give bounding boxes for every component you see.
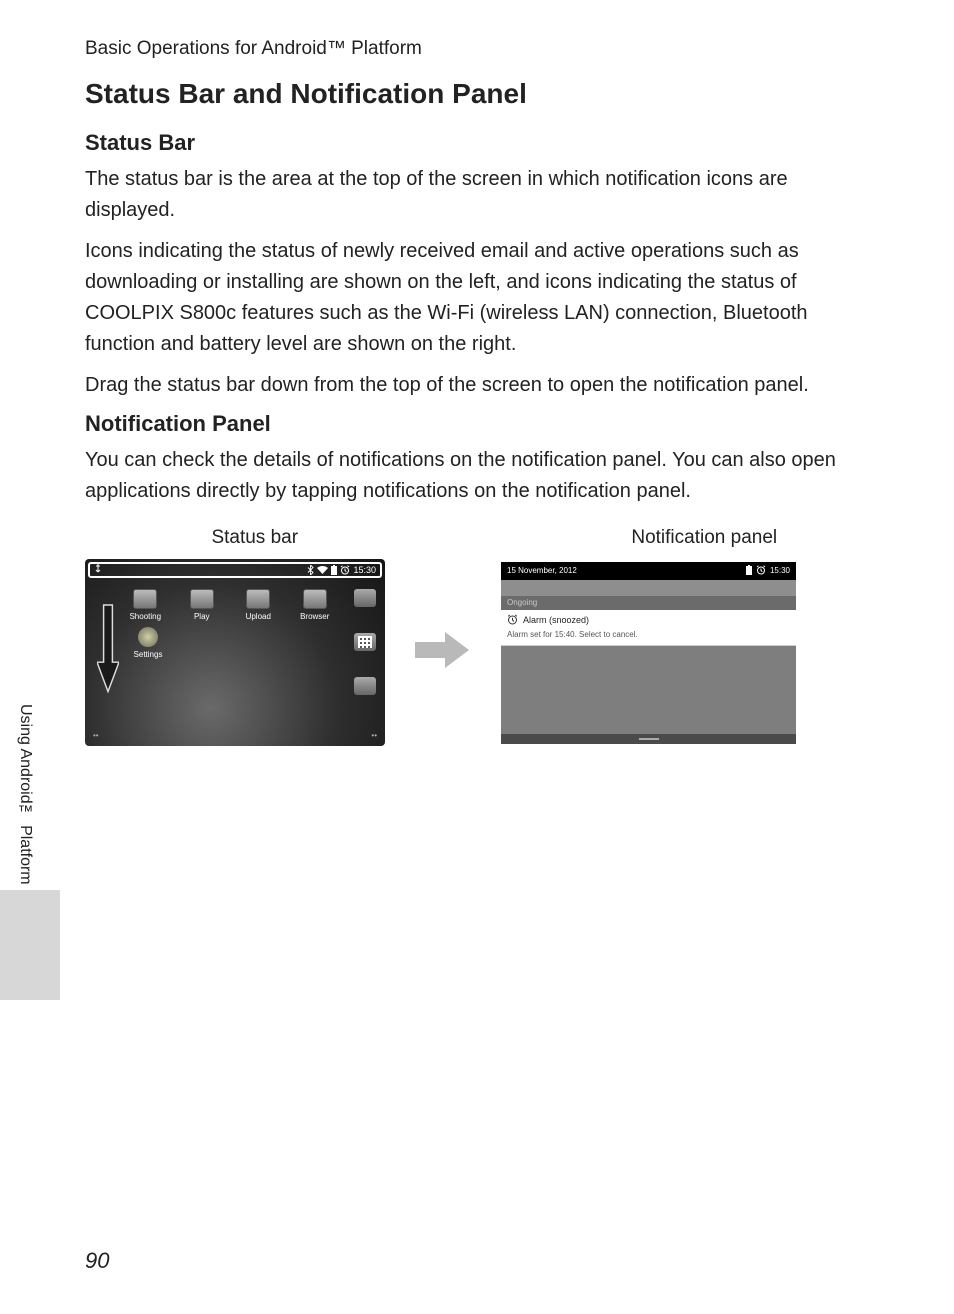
battery-icon bbox=[746, 565, 752, 577]
panel-drag-handle[interactable] bbox=[501, 734, 796, 744]
page-indicator-right: •• bbox=[371, 731, 377, 740]
section-heading-statusbar: Status Bar bbox=[85, 130, 874, 156]
drag-down-arrow-icon bbox=[97, 593, 119, 705]
app-shooting[interactable]: Shooting bbox=[120, 589, 170, 621]
running-head: Basic Operations for Android™ Platform bbox=[85, 38, 874, 60]
page-indicator-left: •• bbox=[93, 731, 99, 740]
side-tab-bg bbox=[0, 890, 60, 1000]
section-heading-notifpanel: Notification Panel bbox=[85, 411, 874, 437]
alarm-icon bbox=[507, 614, 518, 627]
bluetooth-icon bbox=[307, 565, 314, 575]
figure-home-screen: 15:30 Shooting Play Upload Browser Setti… bbox=[85, 559, 385, 746]
app-play[interactable]: Play bbox=[177, 589, 227, 621]
panel-top-bar: 15 November, 2012 15:30 bbox=[501, 562, 796, 580]
transition-arrow-icon bbox=[415, 630, 471, 675]
figure-notification-panel: 15 November, 2012 15:30 Ongoing Alarm (s… bbox=[501, 562, 796, 744]
status-bar[interactable]: 15:30 bbox=[88, 562, 382, 578]
notification-title: Alarm (snoozed) bbox=[523, 615, 589, 625]
usb-icon bbox=[94, 564, 102, 576]
paragraph: The status bar is the area at the top of… bbox=[85, 164, 874, 226]
page-title: Status Bar and Notification Panel bbox=[85, 78, 874, 110]
apps-grid-icon[interactable] bbox=[354, 633, 376, 651]
camera-shortcut-icon[interactable] bbox=[354, 589, 376, 607]
status-time: 15:30 bbox=[353, 565, 376, 575]
notification-item[interactable]: Alarm (snoozed) Alarm set for 15:40. Sel… bbox=[501, 610, 796, 646]
figure-caption-left: Status bar bbox=[85, 527, 425, 549]
wifi-icon bbox=[317, 566, 328, 575]
paragraph: Icons indicating the status of newly rec… bbox=[85, 236, 874, 360]
figure-caption-right: Notification panel bbox=[535, 527, 875, 549]
gallery-shortcut-icon[interactable] bbox=[354, 677, 376, 695]
alarm-icon bbox=[756, 565, 766, 577]
page-number: 90 bbox=[85, 1248, 109, 1274]
paragraph: Drag the status bar down from the top of… bbox=[85, 370, 874, 401]
app-browser[interactable]: Browser bbox=[290, 589, 340, 621]
alarm-icon bbox=[340, 565, 350, 575]
panel-date: 15 November, 2012 bbox=[507, 566, 577, 575]
ongoing-header: Ongoing bbox=[501, 596, 796, 610]
notification-subtitle: Alarm set for 15:40. Select to cancel. bbox=[507, 630, 790, 639]
app-settings[interactable]: Settings bbox=[123, 627, 173, 659]
panel-time: 15:30 bbox=[770, 566, 790, 575]
paragraph: You can check the details of notificatio… bbox=[85, 445, 874, 507]
battery-icon bbox=[331, 565, 337, 575]
app-upload[interactable]: Upload bbox=[233, 589, 283, 621]
side-tab-label: Using Android™ Platform bbox=[14, 700, 36, 889]
